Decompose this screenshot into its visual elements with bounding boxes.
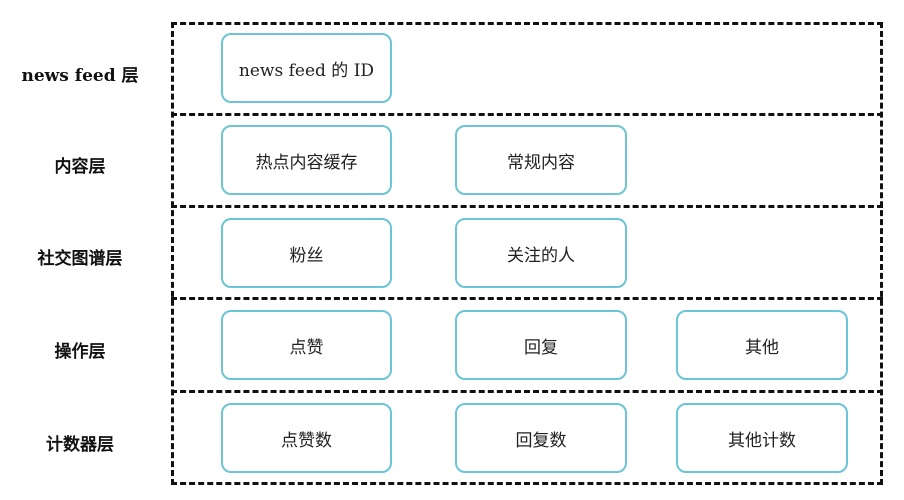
layer-divider xyxy=(171,113,883,116)
node-regular-content: 常规内容 xyxy=(455,125,627,195)
diagram-canvas: news feed 层 news feed 的 ID 内容层 热点内容缓存 常规… xyxy=(0,0,904,500)
node-like-count: 点赞数 xyxy=(221,403,392,473)
layer-label-content: 内容层 xyxy=(54,157,106,177)
layer-label-counter: 计数器层 xyxy=(46,435,114,455)
layer-label-news-feed: news feed 层 xyxy=(21,66,139,86)
layer-label-social-graph: 社交图谱层 xyxy=(37,249,123,269)
node-like: 点赞 xyxy=(221,310,392,380)
layer-label-operations: 操作层 xyxy=(54,342,106,362)
layer-divider xyxy=(171,297,883,300)
node-other-count: 其他计数 xyxy=(676,403,848,473)
node-followers: 粉丝 xyxy=(221,218,392,288)
layer-divider xyxy=(171,390,883,393)
node-news-feed-id: news feed 的 ID xyxy=(221,33,392,103)
layer-divider xyxy=(171,205,883,208)
node-reply: 回复 xyxy=(455,310,627,380)
node-hot-content-cache: 热点内容缓存 xyxy=(221,125,392,195)
node-reply-count: 回复数 xyxy=(455,403,627,473)
node-following: 关注的人 xyxy=(455,218,627,288)
node-other: 其他 xyxy=(676,310,848,380)
